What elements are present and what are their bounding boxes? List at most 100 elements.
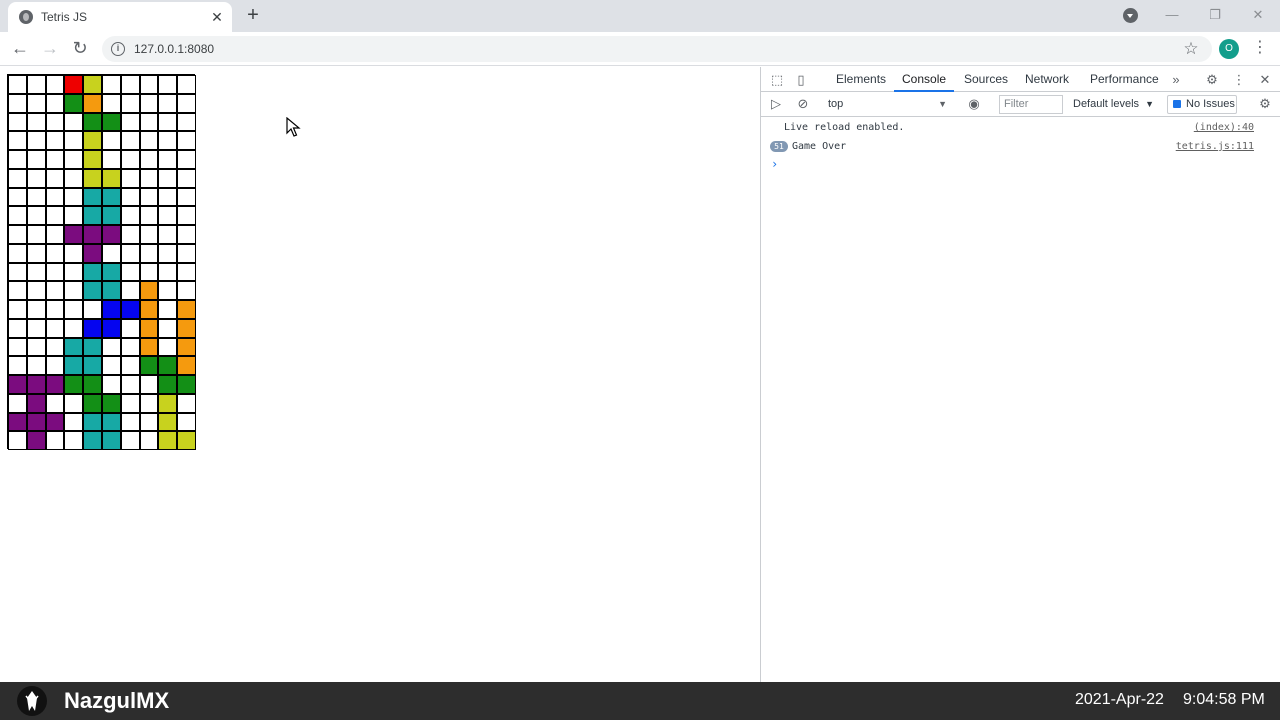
board-cell-empty	[139, 168, 159, 188]
issues-icon	[1173, 100, 1181, 108]
console-settings-icon[interactable]: ⚙	[1257, 96, 1273, 112]
board-cell-empty	[101, 337, 121, 357]
board-cell-filled	[26, 431, 46, 450]
log-source-link[interactable]: (index):40	[1194, 118, 1254, 137]
forward-icon[interactable]: →	[39, 37, 61, 59]
board-cell-empty	[139, 225, 159, 244]
board-cell-empty	[45, 243, 65, 263]
context-select[interactable]: top ▼	[823, 96, 951, 113]
inspect-element-icon[interactable]: ⬚	[769, 72, 785, 88]
board-cell-empty	[8, 356, 27, 375]
board-cell-filled	[64, 225, 84, 244]
board-cell-empty	[158, 131, 178, 150]
board-cell-filled	[139, 281, 159, 300]
dropdown-arrow-icon: ▼	[938, 99, 947, 109]
board-cell-empty	[8, 93, 27, 113]
url-text[interactable]: 127.0.0.1:8080	[134, 42, 214, 56]
board-cell-empty	[26, 225, 46, 244]
board-cell-filled	[83, 375, 102, 394]
console-message: 51 Game Over tetris.js:111	[761, 137, 1280, 156]
restore-button[interactable]: ❐	[1204, 4, 1226, 26]
board-cell-empty	[158, 281, 178, 300]
board-cell-filled	[26, 412, 46, 432]
kebab-menu-icon[interactable]: ⋮	[1231, 72, 1247, 88]
board-cell-empty	[45, 318, 65, 338]
address-bar[interactable]: i 127.0.0.1:8080 ☆	[102, 36, 1212, 62]
board-cell-filled	[83, 112, 102, 132]
board-cell-empty	[64, 243, 84, 263]
board-cell-filled	[83, 150, 102, 169]
board-cell-filled	[139, 356, 159, 375]
board-cell-empty	[120, 187, 140, 207]
issues-button[interactable]: No Issues	[1167, 95, 1237, 114]
board-cell-empty	[158, 225, 178, 244]
tab-sources[interactable]: Sources	[964, 67, 1008, 92]
tab-network[interactable]: Network	[1025, 67, 1069, 92]
board-cell-empty	[120, 431, 140, 450]
board-cell-empty	[8, 262, 27, 282]
board-cell-filled	[83, 243, 102, 263]
board-cell-empty	[120, 93, 140, 113]
close-window-button[interactable]: ✕	[1247, 4, 1269, 26]
more-tabs-icon[interactable]: »	[1168, 72, 1184, 88]
board-cell-empty	[158, 93, 178, 113]
board-cell-empty	[177, 131, 196, 150]
board-cell-empty	[8, 75, 27, 94]
board-cell-filled	[158, 393, 178, 413]
board-cell-filled	[83, 225, 102, 244]
log-levels-select[interactable]: Default levels ▼	[1073, 95, 1154, 114]
board-cell-empty	[139, 150, 159, 169]
board-cell-filled	[139, 300, 159, 319]
board-cell-empty	[158, 318, 178, 338]
new-tab-button[interactable]: +	[243, 5, 263, 25]
board-cell-filled	[101, 431, 121, 450]
tab-console[interactable]: Console	[894, 67, 955, 92]
board-cell-filled	[101, 412, 121, 432]
board-cell-empty	[177, 187, 196, 207]
board-cell-filled	[64, 93, 84, 113]
board-cell-empty	[64, 318, 84, 338]
device-toolbar-icon[interactable]: ▯	[793, 72, 809, 88]
eye-icon[interactable]: ◉	[966, 96, 982, 112]
board-cell-filled	[83, 318, 102, 338]
console-toolbar: ▷ ⊘ top ▼ ◉ Filter Default levels ▼ No I…	[761, 92, 1280, 117]
board-cell-empty	[158, 206, 178, 225]
clear-console-icon[interactable]: ⊘	[795, 96, 811, 112]
globe-icon	[19, 10, 33, 24]
board-cell-empty	[8, 168, 27, 188]
tab-performance[interactable]: Performance	[1090, 67, 1159, 92]
board-cell-empty	[26, 187, 46, 207]
board-cell-empty	[139, 112, 159, 132]
board-cell-empty	[8, 225, 27, 244]
star-icon[interactable]: ☆	[1180, 38, 1202, 60]
kebab-menu-icon[interactable]: ⋮	[1250, 37, 1270, 59]
board-cell-empty	[8, 131, 27, 150]
browser-tab[interactable]: Tetris JS ✕	[8, 2, 232, 32]
reload-icon[interactable]: ↻	[69, 37, 91, 59]
browser-toolbar: ← → ↻ i 127.0.0.1:8080 ☆ O ⋮	[0, 32, 1280, 66]
board-cell-filled	[83, 431, 102, 450]
tab-close-icon[interactable]: ✕	[208, 8, 226, 26]
sidebar-toggle-icon[interactable]: ▷	[768, 96, 784, 112]
avatar[interactable]: O	[1219, 39, 1239, 59]
board-cell-empty	[139, 393, 159, 413]
log-source-link[interactable]: tetris.js:111	[1176, 137, 1254, 156]
board-cell-empty	[120, 131, 140, 150]
filter-input[interactable]: Filter	[999, 95, 1063, 114]
chevron-down-icon[interactable]	[1123, 8, 1138, 23]
console-prompt[interactable]: ›	[771, 157, 778, 171]
board-cell-filled	[158, 356, 178, 375]
board-cell-filled	[8, 375, 27, 394]
tab-elements[interactable]: Elements	[836, 67, 886, 92]
board-cell-empty	[8, 112, 27, 132]
info-icon[interactable]: i	[111, 42, 125, 56]
close-icon[interactable]: ✕	[1257, 72, 1273, 88]
board-cell-empty	[177, 206, 196, 225]
board-cell-empty	[139, 375, 159, 394]
gear-icon[interactable]: ⚙	[1204, 72, 1220, 88]
board-cell-empty	[177, 150, 196, 169]
minimize-button[interactable]: —	[1161, 4, 1183, 26]
back-icon[interactable]: ←	[9, 37, 31, 59]
board-cell-empty	[177, 412, 196, 432]
board-cell-empty	[64, 112, 84, 132]
